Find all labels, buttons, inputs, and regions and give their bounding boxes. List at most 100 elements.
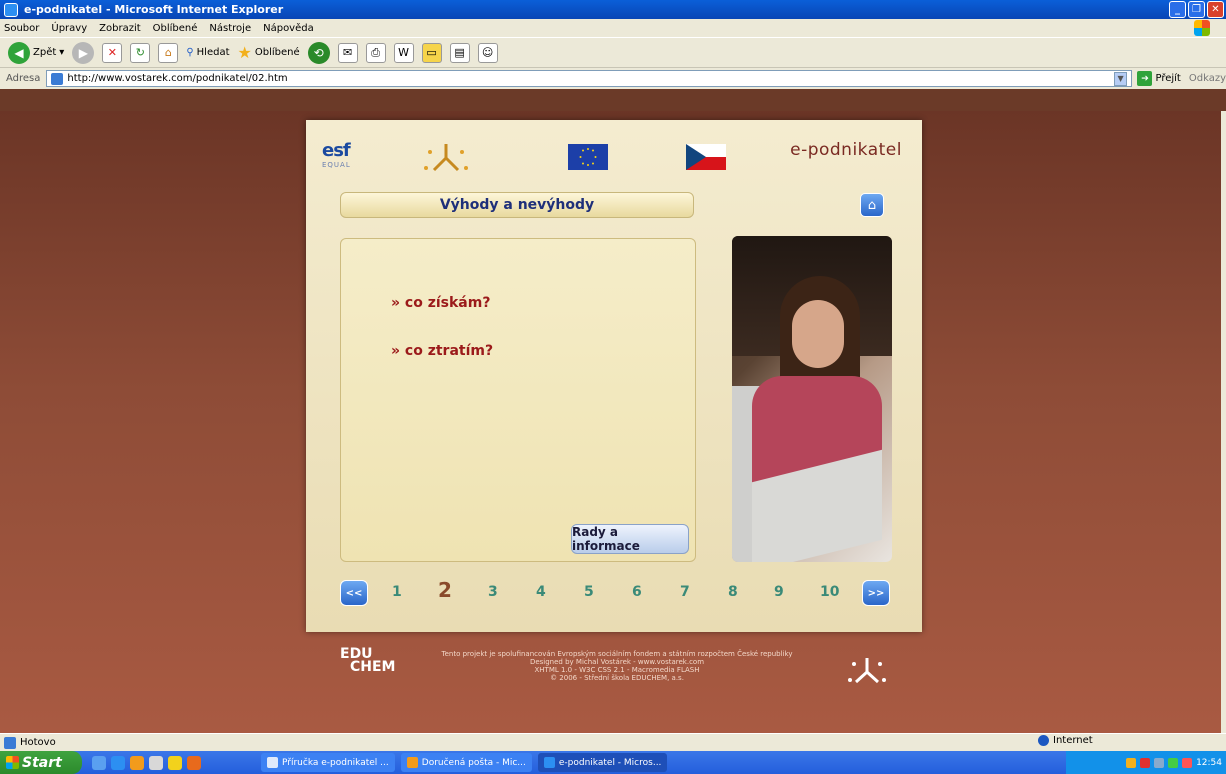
address-label: Adresa [6, 73, 41, 84]
favorites-button[interactable]: ★ Oblíbené [238, 43, 300, 62]
brand-title: e-podnikatel [790, 140, 902, 160]
page-link-5[interactable]: 5 [584, 584, 594, 600]
tray-icon[interactable] [1182, 757, 1193, 768]
back-dropdown-icon[interactable]: ▾ [59, 47, 64, 58]
menu-bar: Soubor Úpravy Zobrazit Oblíbené Nástroje… [0, 19, 1226, 37]
search-button[interactable]: ⚲ Hledat [186, 47, 229, 58]
go-label: Přejít [1155, 73, 1181, 84]
stop-button[interactable]: ✕ [102, 42, 123, 63]
refresh-button[interactable]: ↻ [130, 42, 151, 63]
close-button[interactable]: ✕ [1207, 1, 1224, 18]
menu-nastroje[interactable]: Nástroje [209, 23, 251, 34]
word-button[interactable]: W [393, 42, 414, 63]
word-doc-icon [267, 757, 278, 768]
status-text: Hotovo [20, 737, 56, 748]
quick-launch-media-icon[interactable] [149, 755, 163, 770]
system-tray: 12:54 [1066, 751, 1226, 774]
menu-upravy[interactable]: Úpravy [51, 23, 87, 34]
status-bar: Hotovo Internet [0, 733, 1226, 751]
quick-launch-desktop-icon[interactable] [92, 755, 106, 770]
print-button[interactable]: ⎙ [365, 42, 386, 63]
tray-icon[interactable] [1168, 757, 1179, 768]
esf-logo: esf EQUAL [322, 140, 366, 176]
educhem-logo-line2: CHEM [350, 659, 396, 675]
tray-icon[interactable] [1154, 757, 1165, 768]
esf-logo-sub: EQUAL [322, 161, 351, 169]
educhem-logo: EDU CHEM [326, 647, 406, 688]
prev-page-button[interactable]: << [340, 580, 368, 606]
eu-stars-icon [579, 148, 597, 166]
internet-zone-icon [1038, 735, 1049, 746]
taskbar: Start Příručka e-podnikatel ... Doručená… [0, 751, 1226, 774]
outlook-icon [406, 757, 418, 768]
zone-text: Internet [1053, 735, 1093, 746]
page-link-3[interactable]: 3 [488, 584, 498, 600]
page-link-4[interactable]: 4 [536, 584, 546, 600]
taskbar-item-label: e-podnikatel - Micros... [558, 757, 662, 768]
menu-soubor[interactable]: Soubor [4, 23, 39, 34]
address-url: http://www.vostarek.com/podnikatel/02.ht… [67, 73, 288, 84]
quick-launch-star-icon[interactable] [168, 755, 182, 770]
link-co-ztratim[interactable]: » co ztratím? [391, 343, 493, 359]
page-link-10[interactable]: 10 [820, 584, 839, 600]
czech-flag [686, 144, 726, 170]
content-card: esf EQUAL e-podnikatel Výhody a nevýhody… [306, 120, 922, 632]
taskbar-item-e-podnikatel[interactable]: e-podnikatel - Micros... [537, 753, 668, 772]
quick-launch-outlook-icon[interactable] [130, 755, 144, 770]
footer-line-1: Tento projekt je spolufinancován Evropsk… [441, 650, 793, 658]
page-link-9[interactable]: 9 [774, 584, 784, 600]
history-button[interactable]: ⟲ [307, 41, 330, 64]
menu-oblibene[interactable]: Oblíbené [153, 23, 198, 34]
search-icon: ⚲ [186, 47, 194, 58]
page-link-7[interactable]: 7 [680, 584, 690, 600]
ie-icon [4, 2, 18, 17]
research-button[interactable]: ▤ [449, 42, 470, 63]
address-dropdown-icon[interactable]: ▼ [1113, 71, 1128, 86]
address-input[interactable]: http://www.vostarek.com/podnikatel/02.ht… [46, 70, 1132, 87]
messenger-button[interactable]: ☺ [477, 42, 498, 63]
minimize-button[interactable]: _ [1169, 1, 1186, 18]
text-panel: » co získám? » co ztratím? Rady a inform… [340, 238, 696, 562]
page-icon [51, 72, 64, 85]
eu-flag [568, 144, 608, 170]
esf-logo-text: esf [322, 140, 351, 161]
section-title: Výhody a nevýhody [340, 192, 694, 218]
page-link-2-current: 2 [438, 578, 452, 602]
go-button[interactable]: ➔ Přejít [1137, 71, 1181, 86]
mail-button[interactable]: ✉ [337, 42, 358, 63]
tray-icon[interactable] [1140, 757, 1151, 768]
start-button[interactable]: Start [0, 751, 82, 774]
maximize-button[interactable]: ❐ [1188, 1, 1205, 18]
back-label: Zpět [33, 47, 57, 58]
menu-napoveda[interactable]: Nápověda [263, 23, 314, 34]
home-page-button[interactable]: ⌂ [860, 193, 884, 217]
taskbar-item-dorucena-posta[interactable]: Doručená pošta - Mic... [400, 753, 532, 772]
page-done-icon [4, 736, 16, 749]
link-co-ziskam[interactable]: » co získám? [391, 295, 490, 311]
links-button[interactable]: Odkazy [1189, 73, 1226, 84]
equal-logo [424, 144, 468, 172]
menu-zobrazit[interactable]: Zobrazit [99, 23, 141, 34]
vertical-scrollbar[interactable] [1221, 111, 1226, 733]
quick-launch-app-icon[interactable] [187, 755, 201, 770]
favorites-label: Oblíbené [254, 47, 300, 58]
toolbar: ◀ Zpět ▾ ▶ ✕ ↻ ⌂ ⚲ Hledat ★ Oblíbené ⟲ ✉… [0, 37, 1226, 67]
quick-launch-ie-icon[interactable] [111, 755, 125, 770]
back-button[interactable]: ◀ Zpět ▾ [8, 41, 64, 64]
taskbar-item-prirucka[interactable]: Příručka e-podnikatel ... [261, 753, 395, 772]
page-link-1[interactable]: 1 [392, 584, 402, 600]
next-page-button[interactable]: >> [862, 580, 890, 606]
tray-icon[interactable] [1126, 757, 1137, 768]
home-icon: ⌂ [867, 197, 877, 213]
taskbar-item-label: Příručka e-podnikatel ... [282, 757, 389, 768]
search-label: Hledat [196, 47, 230, 58]
page-link-6[interactable]: 6 [632, 584, 642, 600]
home-button[interactable]: ⌂ [158, 42, 179, 63]
rady-a-informace-button[interactable]: Rady a informace [571, 524, 689, 554]
forward-button[interactable]: ▶ [72, 41, 95, 64]
folder-button[interactable]: ▭ [421, 42, 442, 63]
window-controls: _ ❐ ✕ [1169, 1, 1224, 18]
ie-icon [543, 757, 555, 768]
page-link-8[interactable]: 8 [728, 584, 738, 600]
footer-line-2: Designed by Michal Vostárek - www.vostar… [529, 658, 705, 666]
